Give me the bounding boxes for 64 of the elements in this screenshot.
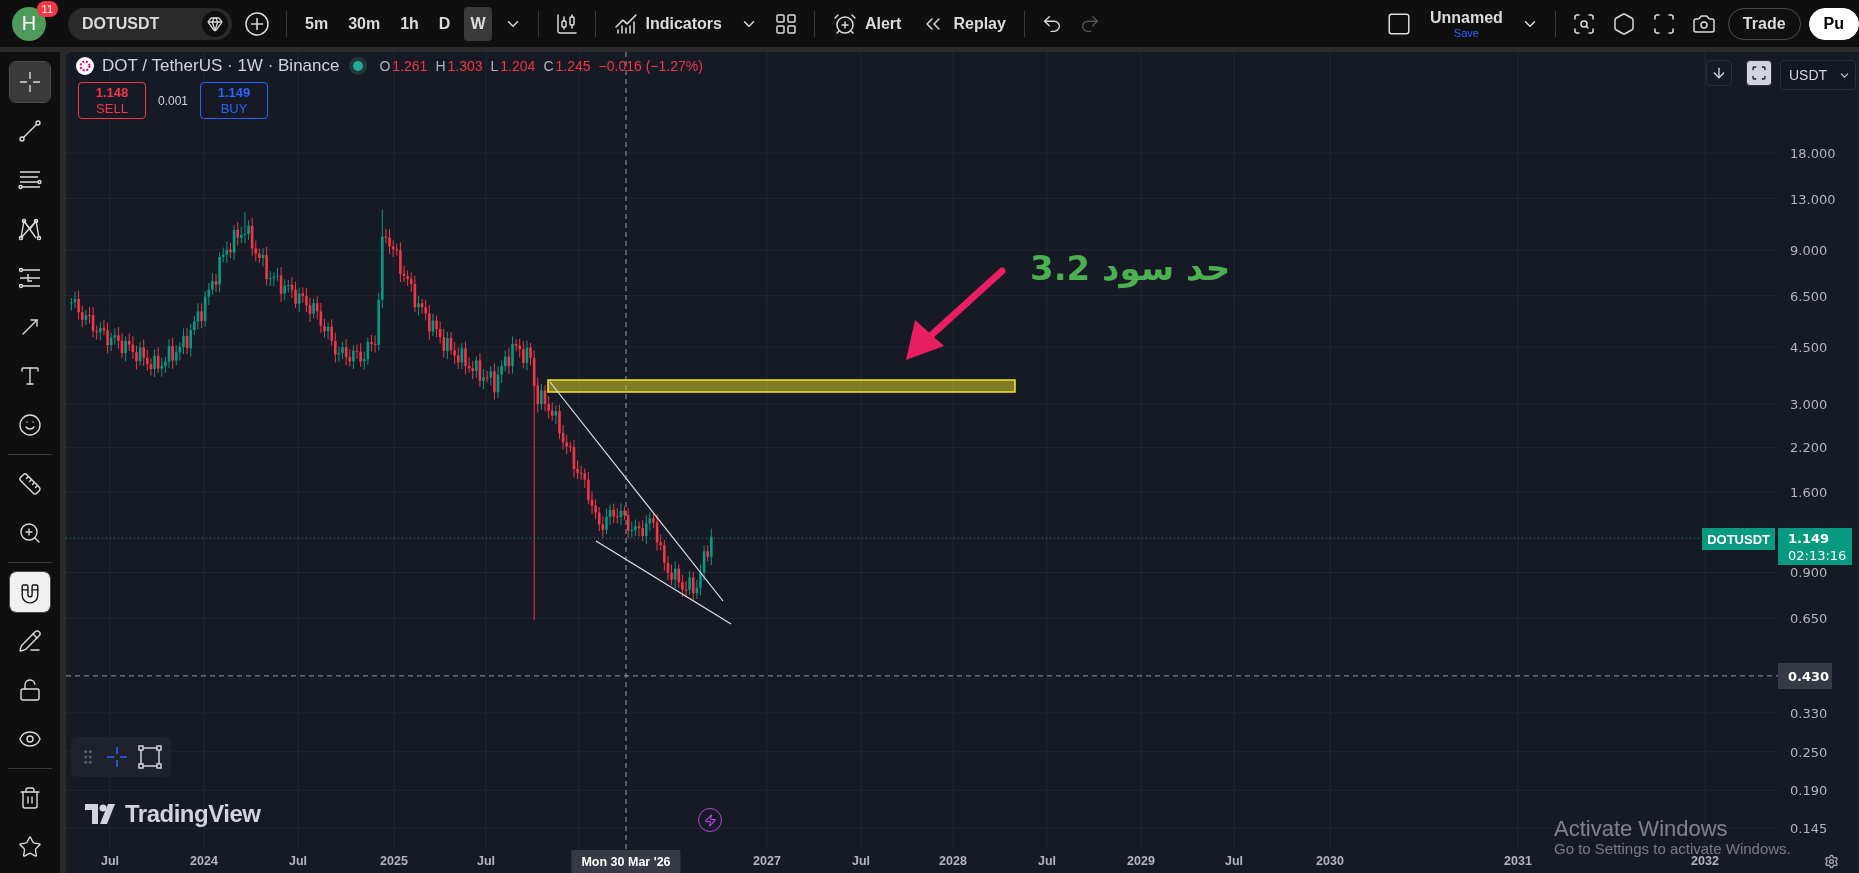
price-label: 0.900 bbox=[1790, 564, 1828, 580]
time-label: 2025 bbox=[380, 854, 408, 868]
time-label: 2032 bbox=[1691, 854, 1719, 868]
price-label: 1.600 bbox=[1790, 484, 1828, 500]
publish-button[interactable]: Pu bbox=[1808, 7, 1859, 40]
spread-value: 0.001 bbox=[158, 93, 189, 108]
time-label: 2031 bbox=[1504, 854, 1532, 868]
buy-button[interactable]: 1.149 BUY bbox=[200, 82, 269, 119]
ohlc-label: C bbox=[543, 58, 554, 74]
time-label: Jul bbox=[851, 854, 871, 868]
time-label: 2028 bbox=[939, 854, 967, 868]
time-label: Jul bbox=[1037, 854, 1057, 868]
interval-tab[interactable]: D bbox=[432, 6, 457, 41]
time-label: Jul bbox=[476, 854, 496, 868]
interval-tab[interactable]: W bbox=[464, 6, 492, 41]
alert-button[interactable]: Alert bbox=[826, 11, 908, 36]
ohlc-value: 1.303 bbox=[447, 58, 483, 74]
activation-title: Activate Windows bbox=[1554, 816, 1729, 842]
ohlc-value: 1.261 bbox=[392, 58, 428, 74]
price-label: 9.000 bbox=[1790, 242, 1828, 258]
time-label: Jul bbox=[1224, 854, 1244, 868]
price-label: 4.500 bbox=[1790, 339, 1828, 355]
save-link[interactable]: Save bbox=[1453, 26, 1479, 39]
time-label: 2029 bbox=[1127, 854, 1155, 868]
time-label: Jul bbox=[288, 854, 308, 868]
sell-button[interactable]: 1.148 SELL bbox=[78, 82, 146, 119]
interval-tab[interactable]: 5m bbox=[299, 6, 335, 41]
ohlc-value: 1.245 bbox=[555, 58, 591, 74]
time-label: 2024 bbox=[190, 854, 218, 868]
chart-annotation[interactable]: حد سود 3.2 bbox=[1030, 248, 1231, 288]
currency-dropdown[interactable]: USDT bbox=[1780, 60, 1856, 90]
time-label: Jul bbox=[100, 854, 120, 868]
time-label: 2030 bbox=[1316, 854, 1344, 868]
ohlc-label: O bbox=[379, 58, 391, 74]
interval-tab[interactable]: 1h bbox=[394, 6, 425, 41]
price-label: 6.500 bbox=[1790, 288, 1828, 304]
price-label: 0.650 bbox=[1790, 610, 1828, 626]
activation-message: Go to Settings to activate Windows. bbox=[1554, 840, 1791, 857]
price-label: 0.330 bbox=[1790, 705, 1828, 721]
logo-text: TradingView bbox=[125, 800, 261, 828]
price-label: 13.000 bbox=[1790, 191, 1836, 207]
crosshair-price: 0.430 bbox=[1778, 663, 1832, 689]
ohlc-label: L bbox=[490, 58, 499, 74]
price-change: −0.016 (−1.27%) bbox=[598, 58, 703, 74]
price-label: 0.145 bbox=[1790, 820, 1828, 836]
price-label: 0.190 bbox=[1790, 782, 1828, 798]
ohlc-value: 1.204 bbox=[500, 58, 536, 74]
replay-button[interactable]: Replay bbox=[915, 11, 1012, 36]
price-label: 2.200 bbox=[1790, 439, 1828, 455]
symbol-price-tag: DOTUSDT bbox=[1702, 528, 1775, 550]
last-price-tag: 1.149 02:13:16 bbox=[1778, 528, 1852, 565]
price-label: 18.000 bbox=[1790, 145, 1836, 161]
time-label: 2027 bbox=[753, 854, 781, 868]
indicators-button[interactable]: Indicators bbox=[607, 11, 728, 36]
layout-name-button[interactable]: Unnamed Save bbox=[1423, 8, 1509, 39]
notification-badge: 11 bbox=[36, 0, 58, 17]
interval-tab[interactable]: 30m bbox=[342, 6, 387, 41]
symbol-search[interactable]: DOTUSDT bbox=[68, 7, 232, 40]
ohlc-label: H bbox=[435, 58, 446, 74]
price-label: 3.000 bbox=[1790, 396, 1828, 412]
crosshair-time: Mon 30 Mar '26 bbox=[571, 850, 681, 873]
price-label: 0.250 bbox=[1790, 744, 1828, 760]
layout-name: Unnamed bbox=[1429, 8, 1503, 27]
symbol-title[interactable]: DOT / TetherUS · 1W · Binance bbox=[102, 56, 340, 76]
